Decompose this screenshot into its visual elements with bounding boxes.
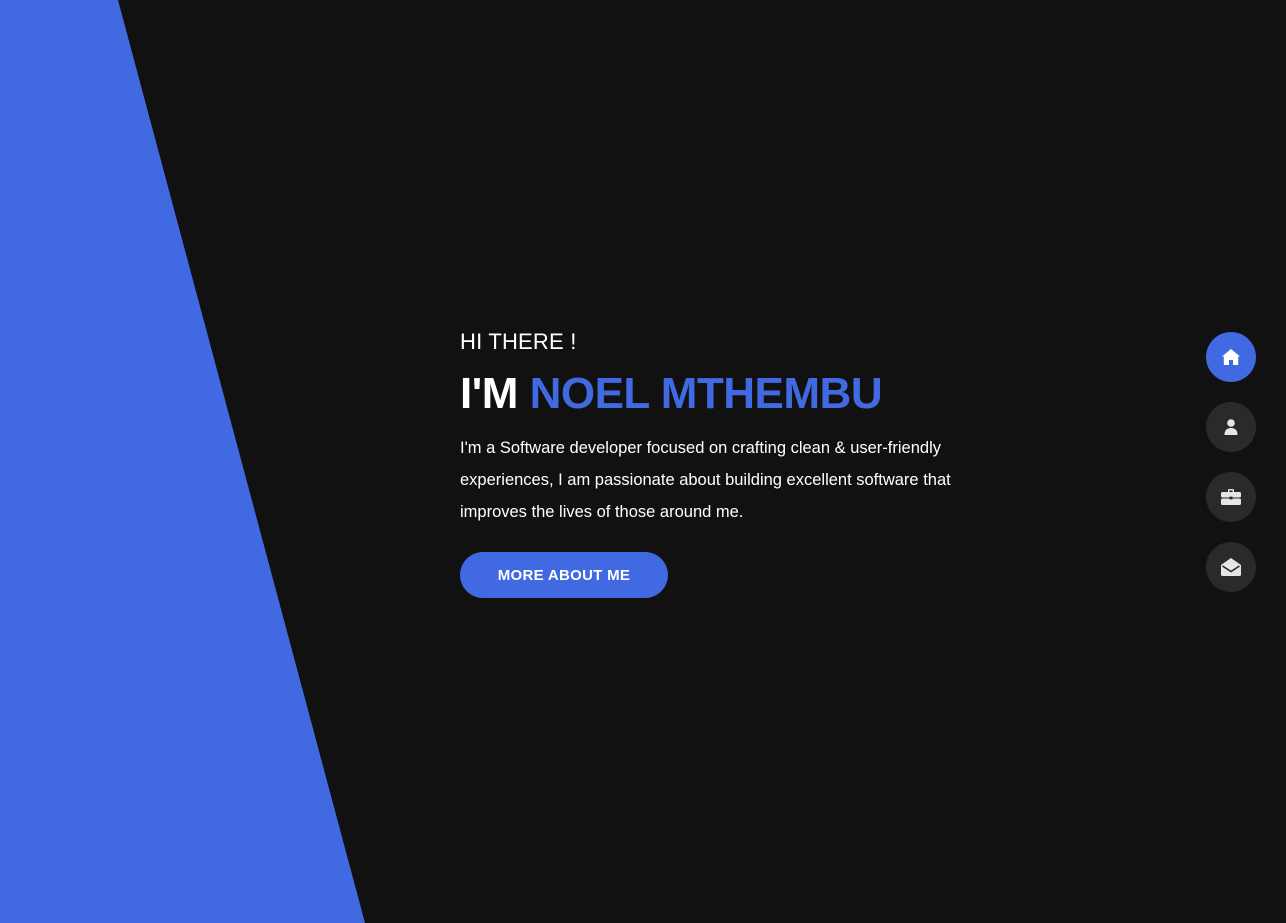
intro-text: I'm a Software developer focused on craf… xyxy=(460,439,951,521)
home-page: HI THERE ! I'M NOEL MTHEMBU I'm a Softwa… xyxy=(0,0,1286,923)
envelope-open-icon xyxy=(1221,558,1241,576)
nav-about-button[interactable] xyxy=(1206,402,1256,452)
home-icon xyxy=(1222,349,1240,365)
user-icon xyxy=(1224,419,1238,435)
briefcase-icon xyxy=(1221,489,1241,505)
headline-name: NOEL MTHEMBU xyxy=(529,369,883,418)
headline: I'M NOEL MTHEMBU xyxy=(460,366,1000,422)
headline-prefix: I'M xyxy=(460,369,518,418)
hero-section: HI THERE ! I'M NOEL MTHEMBU I'm a Softwa… xyxy=(460,326,1000,598)
side-nav xyxy=(1206,332,1256,612)
nav-home-button[interactable] xyxy=(1206,332,1256,382)
more-about-me-button[interactable]: MORE ABOUT ME xyxy=(460,552,668,598)
nav-portfolio-button[interactable] xyxy=(1206,472,1256,522)
nav-contact-button[interactable] xyxy=(1206,542,1256,592)
greeting: HI THERE ! xyxy=(460,329,577,354)
